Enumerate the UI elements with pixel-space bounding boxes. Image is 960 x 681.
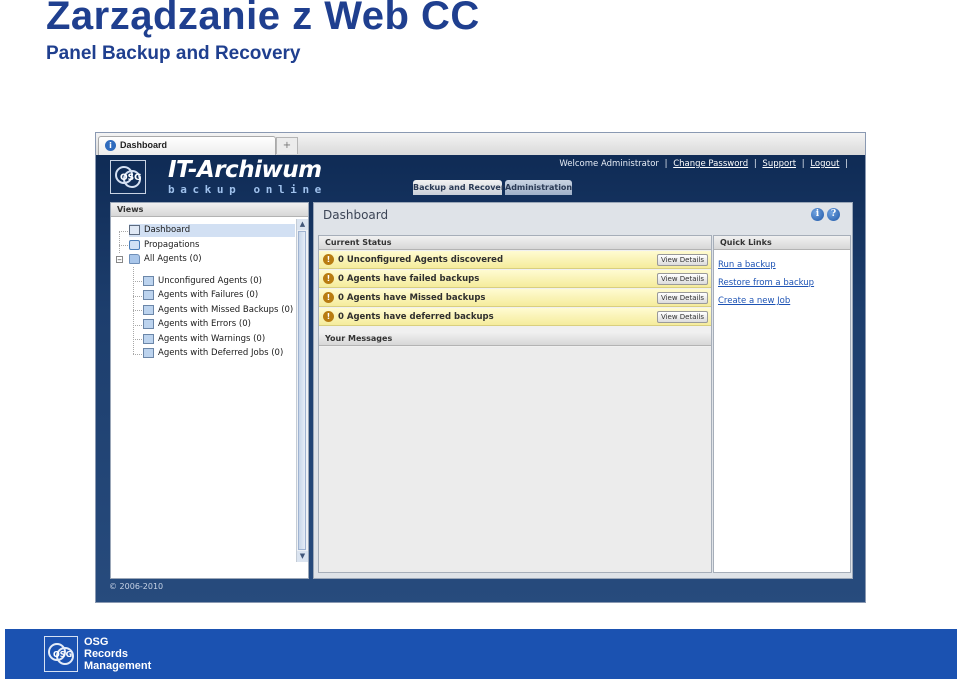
footer-line: Records xyxy=(84,648,129,660)
network-icon xyxy=(129,240,140,250)
views-scrollbar[interactable]: ▲ ▼ xyxy=(296,219,308,562)
scroll-up-icon[interactable]: ▲ xyxy=(297,219,308,230)
tree-line xyxy=(119,231,128,232)
brand-name: IT-Archiwum xyxy=(168,157,322,183)
info-icon[interactable]: i xyxy=(811,208,824,221)
views-tree: − Dashboard Propagations All Agents (0) … xyxy=(111,219,295,562)
scroll-thumb[interactable] xyxy=(298,231,306,550)
sidebar-item-label: Agents with Failures (0) xyxy=(158,290,259,300)
view-details-button[interactable]: View Details xyxy=(657,292,708,304)
status-row-failed: ! 0 Agents have failed backups View Deta… xyxy=(319,270,711,288)
quick-links-header: Quick Links xyxy=(714,236,850,250)
tree-line xyxy=(133,281,142,282)
osg-footer-logo-text: OSG xyxy=(53,650,72,659)
nav-separator: | xyxy=(801,159,805,169)
osg-logo-text: OSG xyxy=(120,173,142,183)
your-messages-header: Your Messages xyxy=(319,332,711,346)
views-header: Views xyxy=(111,203,308,217)
agent-icon xyxy=(143,319,154,329)
sidebar-item-label: All Agents (0) xyxy=(144,254,202,264)
change-password-link[interactable]: Change Password xyxy=(673,159,748,169)
slide-title: Zarządzanie z Web CC xyxy=(46,0,480,38)
agent-icon xyxy=(143,276,154,286)
tree-line xyxy=(133,296,142,297)
sidebar-item-label: Agents with Deferred Jobs (0) xyxy=(158,348,284,358)
brand-tagline: backup online xyxy=(168,183,327,196)
footer-line: Management xyxy=(84,660,152,672)
current-status-panel: Current Status ! 0 Unconfigured Agents d… xyxy=(318,235,712,573)
sidebar-item-dashboard[interactable]: Dashboard xyxy=(129,224,295,237)
tree-line xyxy=(133,354,142,355)
view-details-button[interactable]: View Details xyxy=(657,311,708,323)
status-text: 0 Agents have deferred backups xyxy=(338,312,494,322)
folder-icon xyxy=(129,254,140,264)
web-cc-app: OSG IT-Archiwum backup online Welcome Ad… xyxy=(96,155,865,602)
messages-area xyxy=(319,347,711,572)
sidebar-item-label: Dashboard xyxy=(144,225,191,235)
scroll-down-icon[interactable]: ▼ xyxy=(297,551,308,562)
dashboard-title: Dashboard xyxy=(323,208,389,222)
logout-link[interactable]: Logout xyxy=(810,159,839,169)
current-status-header: Current Status xyxy=(319,236,711,250)
warning-icon: ! xyxy=(323,311,334,322)
view-details-button[interactable]: View Details xyxy=(657,254,708,266)
run-backup-link[interactable]: Run a backup xyxy=(718,260,776,270)
warning-icon: ! xyxy=(323,273,334,284)
tree-line xyxy=(133,310,142,311)
agent-icon xyxy=(143,305,154,315)
views-panel: Views − Dashboard Propagations All Agent… xyxy=(110,202,309,579)
tab-backup-and-recovery[interactable]: Backup and Recovery xyxy=(413,180,510,195)
tree-line xyxy=(133,339,142,340)
new-tab-icon[interactable]: + xyxy=(276,137,298,154)
nav-separator: | xyxy=(753,159,757,169)
restore-backup-link[interactable]: Restore from a backup xyxy=(718,278,814,288)
status-text: 0 Unconfigured Agents discovered xyxy=(338,255,504,265)
agent-icon xyxy=(143,348,154,358)
osg-footer-logo-icon: OSG xyxy=(44,636,78,672)
tree-line xyxy=(119,245,128,246)
warning-icon: ! xyxy=(323,292,334,303)
sidebar-item-label: Propagations xyxy=(144,240,200,250)
welcome-text: Welcome Administrator xyxy=(559,159,659,169)
support-link[interactable]: Support xyxy=(762,159,796,169)
collapse-all-agents-icon[interactable]: − xyxy=(116,256,123,264)
slide-footer: OSG OSG Records Management xyxy=(5,629,957,679)
agent-icon xyxy=(143,290,154,300)
view-details-button[interactable]: View Details xyxy=(657,273,708,285)
nav-separator: | xyxy=(664,159,668,169)
status-text: 0 Agents have Missed backups xyxy=(338,293,486,303)
tab-administration[interactable]: Administration xyxy=(505,180,572,195)
create-job-link[interactable]: Create a new Job xyxy=(718,296,790,306)
slide-subtitle: Panel Backup and Recovery xyxy=(46,43,301,64)
osg-logo-icon: OSG xyxy=(110,160,146,194)
sidebar-item-label: Unconfigured Agents (0) xyxy=(158,276,262,286)
tree-line xyxy=(133,325,142,326)
nav-separator: | xyxy=(845,159,848,169)
status-row-missed: ! 0 Agents have Missed backups View Deta… xyxy=(319,289,711,307)
agent-icon xyxy=(143,334,154,344)
status-row-deferred: ! 0 Agents have deferred backups View De… xyxy=(319,308,711,326)
browser-tab-dashboard[interactable]: i Dashboard xyxy=(98,136,276,155)
help-icon[interactable]: ? xyxy=(827,208,840,221)
browser-tab-label: Dashboard xyxy=(120,140,168,150)
sidebar-item-label: Agents with Missed Backups (0) xyxy=(158,305,294,315)
footer-company-name: OSG Records Management xyxy=(84,636,151,672)
warning-icon: ! xyxy=(323,254,334,265)
tree-line xyxy=(119,231,120,253)
status-text: 0 Agents have failed backups xyxy=(338,274,480,284)
top-navigation: Welcome Administrator | Change Password … xyxy=(559,159,851,169)
sidebar-item-label: Agents with Errors (0) xyxy=(158,319,251,329)
sidebar-item-label: Agents with Warnings (0) xyxy=(158,334,266,344)
dashboard-panel: Dashboard i ? Current Status ! 0 Unconfi… xyxy=(313,202,853,579)
quick-links-panel: Quick Links Run a backup Restore from a … xyxy=(713,235,851,573)
browser-tab-bar: i Dashboard + xyxy=(96,133,865,156)
app-copyright: © 2006-2010 xyxy=(109,582,164,591)
footer-line: OSG xyxy=(84,636,109,648)
page-icon: i xyxy=(105,140,116,151)
status-row-unconfigured: ! 0 Unconfigured Agents discovered View … xyxy=(319,251,711,269)
screenshot-frame: i Dashboard + OSG IT-Archiwum backup onl… xyxy=(95,132,866,603)
monitor-icon xyxy=(129,225,140,235)
